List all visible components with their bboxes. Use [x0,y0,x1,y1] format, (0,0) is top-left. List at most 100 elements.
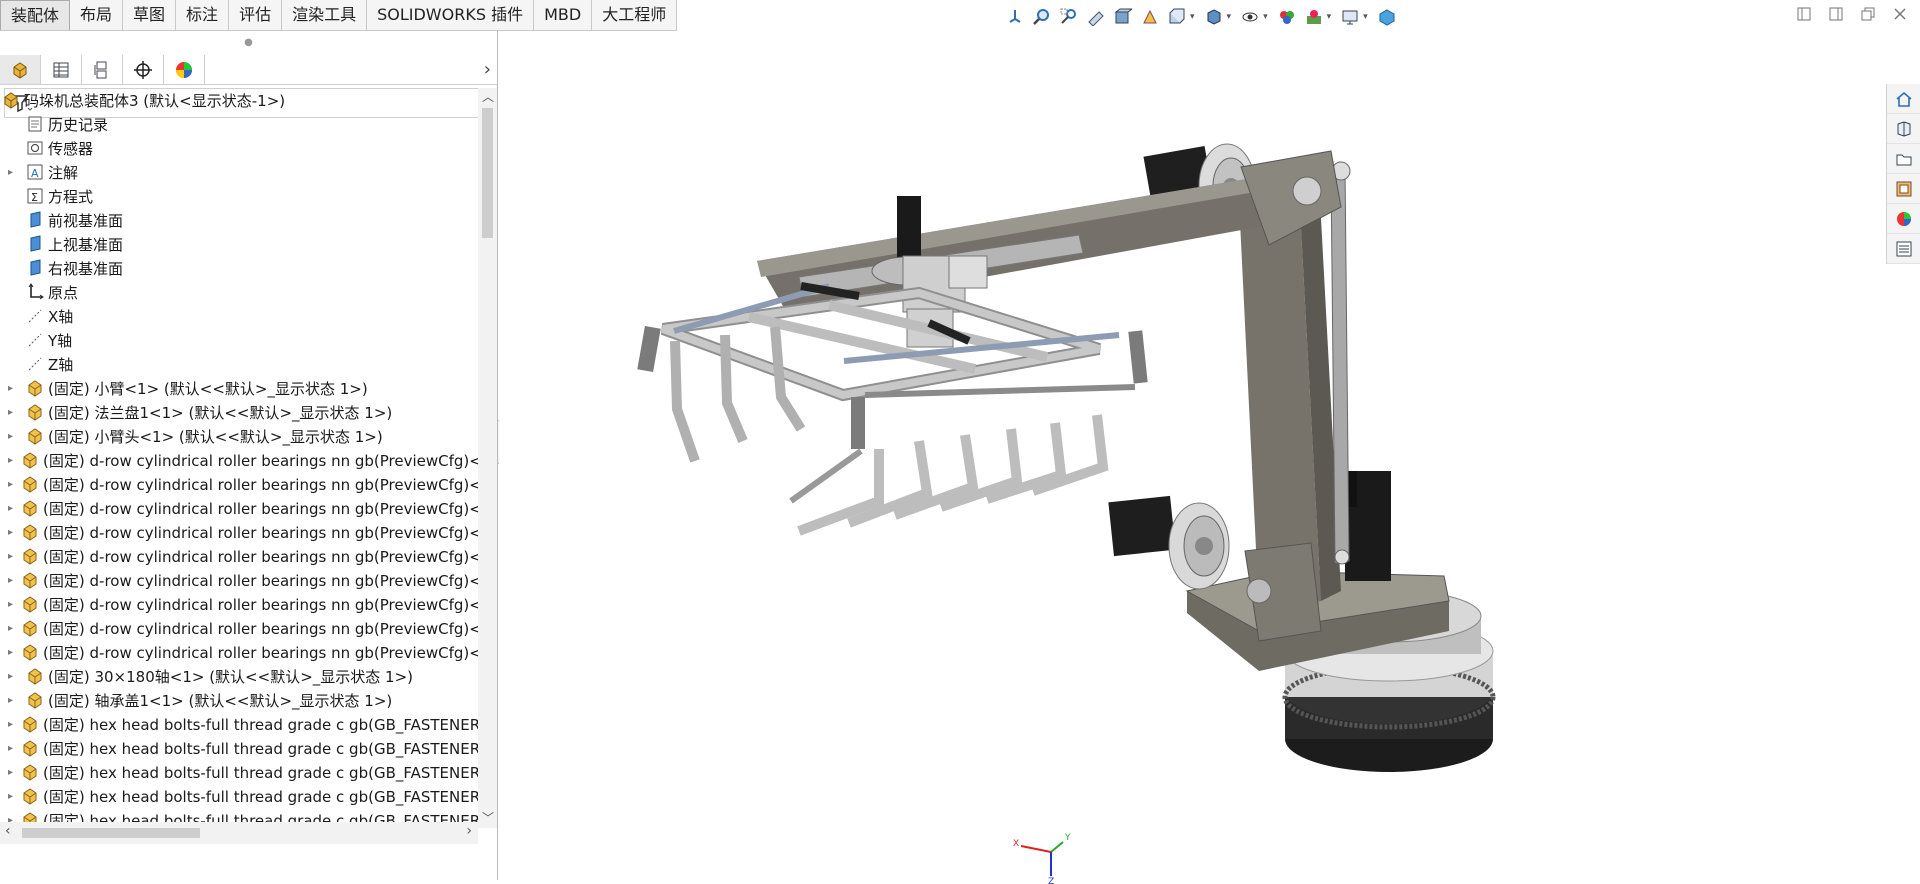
tree-item[interactable]: ▸ (固定) d-row cylindrical roller bearings … [0,544,478,568]
scroll-thumb-horizontal[interactable] [22,828,200,838]
display-manager-tab[interactable] [164,55,205,84]
tree-item[interactable]: ▸ (固定) hex head bolts-full thread grade c… [0,784,478,808]
configuration-manager-tab[interactable] [82,55,123,84]
tab-0[interactable]: 装配体 [0,0,71,30]
tab-5[interactable]: 渲染工具 [282,0,368,30]
tree-item[interactable]: Z轴 [0,352,478,376]
expand-arrow-icon[interactable]: ▸ [8,791,13,802]
expand-arrow-icon[interactable]: ▸ [8,695,18,706]
tab-2[interactable]: 草图 [123,0,177,30]
feature-manager-tab[interactable] [0,55,41,84]
custom-properties-icon[interactable] [1887,234,1920,264]
chevron-down-icon[interactable]: ▾ [1190,12,1195,22]
tree-item[interactable]: ▸ (固定) hex head bolts-full thread grade c… [0,712,478,736]
tree-item[interactable]: ▸ (固定) d-row cylindrical roller bearings … [0,448,478,472]
appearances-icon[interactable] [1887,204,1920,234]
previous-view-icon[interactable] [1085,6,1107,28]
panel-grip[interactable]: ● [0,31,497,55]
tree-item[interactable]: ▸ (固定) hex head bolts-full thread grade c… [0,736,478,760]
apply-scene-icon[interactable] [1303,6,1325,28]
chevron-down-icon[interactable]: ▾ [1327,12,1332,22]
tree-item[interactable]: 前视基准面 [0,208,478,232]
expand-arrow-icon[interactable]: ▸ [8,383,18,394]
tree-item[interactable]: ▸ (固定) 法兰盘1<1> (默认<<默认>_显示状态 1>) [0,400,478,424]
tile-left-icon[interactable] [1796,6,1812,22]
tree-item[interactable]: 上视基准面 [0,232,478,256]
tree-item[interactable]: ▸ (固定) d-row cylindrical roller bearings … [0,640,478,664]
expand-arrow-icon[interactable]: ▸ [8,719,13,730]
scroll-down-icon[interactable]: ﹀ [482,809,494,826]
chevron-down-icon[interactable]: ▾ [1363,12,1368,22]
home-icon[interactable] [1887,84,1920,114]
tree-item[interactable]: ▸ (固定) 小臂头<1> (默认<<默认>_显示状态 1>) [0,424,478,448]
tree-horizontal-scrollbar[interactable]: ‹ › [0,822,478,844]
view-orientation-cube-icon[interactable] [1166,6,1188,28]
tree-item[interactable]: Y轴 [0,328,478,352]
display-style-icon[interactable] [1203,6,1225,28]
tree-root-assembly[interactable]: 码垛机总装配体3 (默认<显示状态-1>) [0,88,478,112]
tree-vertical-scrollbar[interactable]: ︿ ﹀ [478,88,497,828]
hide-show-items-icon[interactable] [1239,6,1261,28]
tree-item[interactable]: ▸ (固定) 小臂<1> (默认<<默认>_显示状态 1>) [0,376,478,400]
tree-item[interactable]: 原点 [0,280,478,304]
tab-8[interactable]: 大工程师 [592,0,678,30]
tree-item[interactable]: ▸ (固定) d-row cylindrical roller bearings … [0,616,478,640]
section-view-icon[interactable] [1112,6,1134,28]
3d-view-icon[interactable] [1376,6,1398,28]
expand-arrow-icon[interactable]: ▸ [8,647,13,658]
chevron-down-icon[interactable]: ▾ [1263,12,1268,22]
graphics-area[interactable]: X Y Z [499,31,1887,884]
expand-arrow-icon[interactable]: ▸ [8,575,13,586]
tree-item[interactable]: ▸ (固定) d-row cylindrical roller bearings … [0,472,478,496]
tab-1[interactable]: 布局 [70,0,124,30]
expand-arrow-icon[interactable]: ▸ [8,599,13,610]
tree-item[interactable]: 右视基准面 [0,256,478,280]
tree-item[interactable]: ▸ (固定) d-row cylindrical roller bearings … [0,520,478,544]
expand-arrow-icon[interactable]: ▸ [8,743,13,754]
expand-arrow-icon[interactable]: ▸ [8,455,13,466]
property-manager-tab[interactable] [41,55,82,84]
view-orientation-icon[interactable] [1004,6,1026,28]
tree-item[interactable]: X轴 [0,304,478,328]
tab-6[interactable]: SOLIDWORKS 插件 [367,0,535,30]
expand-arrow-icon[interactable]: ▸ [8,623,13,634]
expand-arrow-icon[interactable]: ▸ [8,527,13,538]
tree-item[interactable]: ▸ A 注解 [0,160,478,184]
zoom-to-fit-icon[interactable] [1031,6,1053,28]
tree-item[interactable]: ▸ (固定) d-row cylindrical roller bearings … [0,496,478,520]
expand-arrow-icon[interactable]: ▸ [8,503,13,514]
scroll-up-icon[interactable]: ︿ [482,88,494,105]
expand-arrow-icon[interactable]: ▸ [8,407,18,418]
expand-arrow-icon[interactable]: ▸ [8,551,13,562]
tree-item[interactable]: ▸ (固定) hex head bolts-full thread grade c… [0,760,478,784]
view-settings-icon[interactable] [1339,6,1361,28]
scroll-right-icon[interactable]: › [466,823,472,839]
scroll-left-icon[interactable]: ‹ [5,823,11,839]
expand-arrow-icon[interactable]: ▸ [8,767,13,778]
chevron-down-icon[interactable]: ▾ [1227,12,1232,22]
tree-item[interactable]: 历史记录 [0,112,478,136]
robot-palletizer-model[interactable] [499,31,1887,880]
file-explorer-icon[interactable] [1887,144,1920,174]
close-icon[interactable] [1892,6,1908,22]
tab-7[interactable]: MBD [534,0,593,30]
design-library-icon[interactable] [1887,114,1920,144]
tree-item[interactable]: Σ 方程式 [0,184,478,208]
tab-3[interactable]: 标注 [176,0,230,30]
tree-item[interactable]: ▸ (固定) 轴承盖1<1> (默认<<默认>_显示状态 1>) [0,688,478,712]
tree-item[interactable]: 传感器 [0,136,478,160]
expand-arrow-icon[interactable]: ▸ [8,671,18,682]
tree-item[interactable]: ▸ (固定) d-row cylindrical roller bearings … [0,568,478,592]
restore-icon[interactable] [1860,6,1876,22]
view-palette-icon[interactable] [1887,174,1920,204]
chevron-right-icon[interactable]: › [484,59,491,80]
tab-4[interactable]: 评估 [229,0,283,30]
dynamic-annotation-icon[interactable] [1139,6,1161,28]
tree-item[interactable]: ▸ (固定) 30×180轴<1> (默认<<默认>_显示状态 1>) [0,664,478,688]
dimxpert-tab[interactable] [123,55,164,84]
tree-item[interactable]: ▸ (固定) d-row cylindrical roller bearings … [0,592,478,616]
expand-arrow-icon[interactable]: ▸ [8,431,18,442]
zoom-to-area-icon[interactable] [1058,6,1080,28]
scroll-thumb[interactable] [482,108,493,238]
edit-appearance-icon[interactable] [1276,6,1298,28]
